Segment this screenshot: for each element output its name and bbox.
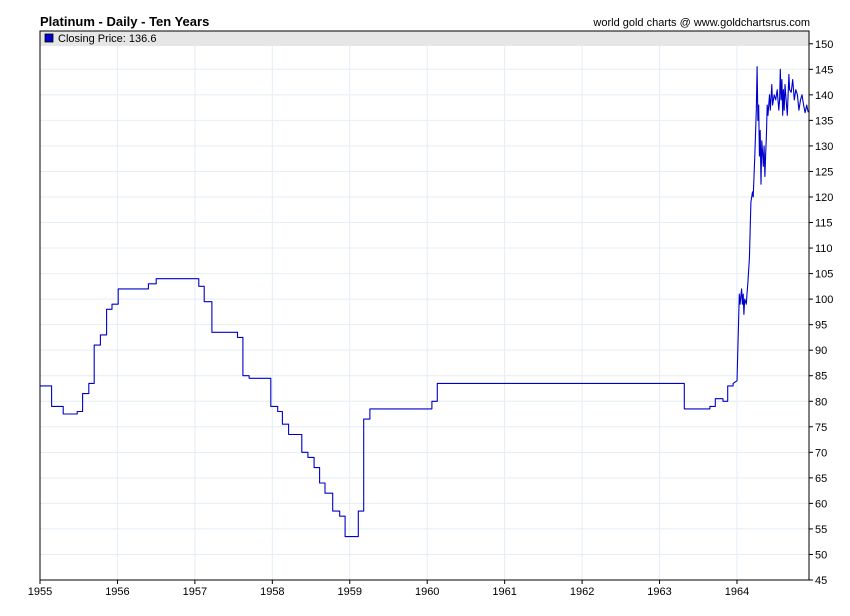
legend-label: Closing Price: 136.6 — [58, 33, 156, 45]
source-credit: world gold charts @ www.goldchartsrus.co… — [592, 17, 810, 29]
y-tick-label: 80 — [815, 396, 827, 408]
y-tick-label: 70 — [815, 447, 827, 459]
y-tick-label: 55 — [815, 524, 827, 536]
y-tick-label: 100 — [815, 294, 833, 306]
y-tick-label: 110 — [815, 243, 833, 255]
x-tick-label: 1960 — [415, 586, 439, 598]
y-tick-label: 135 — [815, 115, 833, 127]
platinum-price-chart: Platinum - Daily - Ten Years world gold … — [0, 0, 850, 616]
y-tick-label: 65 — [815, 473, 827, 485]
x-tick-label: 1958 — [260, 586, 284, 598]
y-tick-label: 145 — [815, 64, 833, 76]
legend-swatch — [44, 33, 54, 43]
y-tick-label: 130 — [815, 141, 833, 153]
y-tick-label: 50 — [815, 549, 827, 561]
x-tick-label: 1956 — [105, 586, 129, 598]
y-tick-label: 60 — [815, 498, 827, 510]
y-tick-label: 105 — [815, 269, 833, 281]
y-tick-label: 95 — [815, 320, 827, 332]
y-tick-label: 75 — [815, 422, 827, 434]
y-tick-label: 125 — [815, 166, 833, 178]
x-tick-label: 1959 — [338, 586, 362, 598]
x-tick-label: 1964 — [725, 586, 749, 598]
y-tick-label: 85 — [815, 371, 827, 383]
y-tick-label: 45 — [815, 575, 827, 587]
x-tick-label: 1963 — [647, 586, 671, 598]
x-tick-label: 1961 — [492, 586, 516, 598]
x-tick-label: 1957 — [183, 586, 207, 598]
x-tick-label: 1962 — [570, 586, 594, 598]
y-tick-label: 90 — [815, 345, 827, 357]
y-tick-label: 120 — [815, 192, 833, 204]
x-tick-label: 1955 — [28, 586, 52, 598]
chart-title: Platinum - Daily - Ten Years — [40, 14, 209, 29]
y-tick-label: 115 — [815, 218, 833, 230]
y-tick-label: 140 — [815, 90, 833, 102]
y-tick-label: 150 — [815, 39, 833, 51]
